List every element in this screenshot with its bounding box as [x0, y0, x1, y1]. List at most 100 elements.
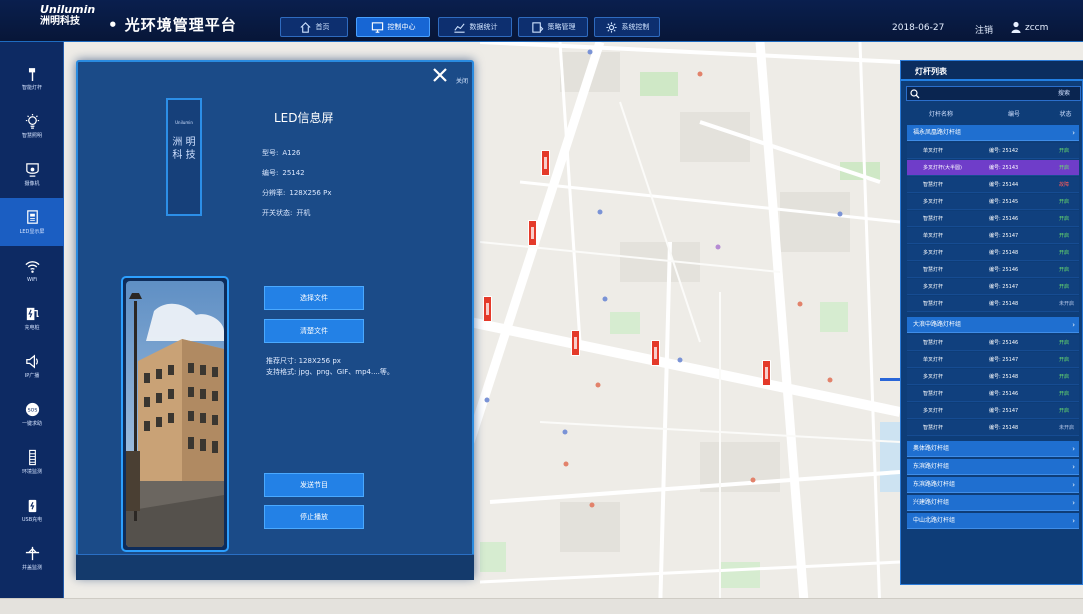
- lamp-group-header[interactable]: 大浪中路路灯杆组 ›: [907, 317, 1079, 333]
- logout-link[interactable]: 注销: [975, 23, 993, 36]
- lamp-row[interactable]: 智慧灯杆 编号: 25146 开启: [907, 335, 1079, 351]
- lamp-row[interactable]: 多叉灯杆 编号: 25145 开启: [907, 194, 1079, 210]
- lamp-row[interactable]: 多叉灯杆 编号: 25148 开启: [907, 369, 1079, 385]
- lamp-row[interactable]: 单叉灯杆 编号: 25142 开启: [907, 143, 1079, 159]
- map-led-marker[interactable]: [528, 220, 537, 246]
- username[interactable]: zccm: [1025, 23, 1048, 33]
- send-program-button[interactable]: 发送节目: [264, 473, 364, 497]
- speaker-icon: [25, 354, 38, 369]
- model-row: 型号: A126: [262, 148, 301, 158]
- clear-file-button[interactable]: 清楚文件: [264, 319, 364, 343]
- sidebar-item-led-screen[interactable]: LED显示屏: [0, 198, 64, 246]
- lamp-status: 开启: [1059, 199, 1070, 205]
- lamp-group-name: 奥体路灯杆组: [913, 445, 950, 452]
- lamp-row[interactable]: 多叉灯杆 编号: 25148 开启: [907, 245, 1079, 261]
- sidebar-item-manhole[interactable]: 井盖监测: [0, 534, 64, 582]
- lamp-number: 编号: 25146: [989, 267, 1019, 273]
- lamp-row[interactable]: 多叉灯杆(大半圆) 编号: 25143 开启: [907, 160, 1079, 176]
- charger-icon: [26, 307, 39, 321]
- map-led-marker[interactable]: [651, 340, 660, 366]
- usb-icon: [28, 499, 36, 513]
- sidebar-item-label: LED显示屏: [19, 229, 45, 235]
- led-board-illustration: Unilumin 洲 明 科 技: [166, 98, 202, 216]
- nav-system-control[interactable]: 系统控制: [594, 17, 660, 37]
- select-file-button[interactable]: 选择文件: [264, 286, 364, 310]
- lamp-group-header[interactable]: 中山北路灯杆组 ›: [907, 513, 1079, 529]
- map-led-marker[interactable]: [483, 296, 492, 322]
- lamp-status: 开启: [1059, 391, 1070, 397]
- search-button[interactable]: 搜索: [1050, 88, 1078, 99]
- lamp-row[interactable]: 单叉灯杆 编号: 25147 开启: [907, 228, 1079, 244]
- sidebar-item-environment[interactable]: 环境监测: [0, 438, 64, 486]
- search-icon: [910, 89, 920, 99]
- sidebar-item-label: 井盖监测: [21, 565, 42, 571]
- map-led-marker[interactable]: [571, 330, 580, 356]
- sidebar-item-lighting[interactable]: 智慧照明: [0, 102, 64, 150]
- lamp-row[interactable]: 多叉灯杆 编号: 25147 开启: [907, 403, 1079, 419]
- current-date: 2018-06-27: [892, 23, 945, 33]
- lamp-group-header[interactable]: 东滨路灯杆组 ›: [907, 459, 1079, 475]
- lamp-search-field[interactable]: 搜索: [906, 86, 1081, 101]
- nav-strategy[interactable]: 策略管理: [518, 17, 588, 37]
- lamp-name: 多叉灯杆: [923, 374, 944, 380]
- lamp-row[interactable]: 智慧灯杆 编号: 25144 故障: [907, 177, 1079, 193]
- close-icon[interactable]: [431, 66, 449, 84]
- lamp-number: 编号: 25148: [989, 250, 1019, 256]
- lamp-number: 编号: 25146: [989, 340, 1019, 346]
- close-label[interactable]: 关闭: [456, 76, 468, 85]
- lamp-row[interactable]: 多叉灯杆 编号: 25147 开启: [907, 279, 1079, 295]
- lamp-row[interactable]: 智慧灯杆 编号: 25146 开启: [907, 386, 1079, 402]
- lamp-row[interactable]: 智慧灯杆 编号: 25146 开启: [907, 262, 1079, 278]
- chevron-icon: ›: [1072, 321, 1075, 329]
- lamp-status: 未开启: [1059, 425, 1075, 431]
- top-header: Unilumin 洲明科技 • 光环境管理平台 首页 控制中心 数据统计 策略管…: [0, 0, 1083, 42]
- brand-name-en: Unilumin: [40, 3, 96, 16]
- column-lamp-name: 灯杆名称: [928, 111, 953, 118]
- brand-logo: Unilumin 洲明科技: [40, 4, 95, 28]
- lamp-number: 编号: 25148: [989, 425, 1019, 431]
- lamp-group-name: 东滨路灯杆组: [913, 463, 950, 470]
- device-sidebar: 智能灯杆 智慧照明 摄像机 LED显示屏 WiFi 充电桩 IP广播 SOS 一…: [0, 42, 64, 598]
- sidebar-item-lamp-pole[interactable]: 智能灯杆: [0, 54, 64, 102]
- power-status-row: 开关状态: 开机: [262, 208, 310, 218]
- sidebar-item-label: 环境监测: [21, 469, 42, 475]
- sidebar-item-label: 智能灯杆: [21, 85, 42, 91]
- map-led-marker[interactable]: [541, 150, 550, 176]
- sidebar-item-camera[interactable]: 摄像机: [0, 150, 64, 198]
- lamp-name: 智慧灯杆: [923, 391, 944, 397]
- chevron-icon: ›: [1072, 445, 1075, 453]
- lamp-row[interactable]: 单叉灯杆 编号: 25147 开启: [907, 352, 1079, 368]
- lamp-group-header[interactable]: 福永凤凰路灯杆组 ›: [907, 125, 1079, 141]
- nav-control-center[interactable]: 控制中心: [356, 17, 430, 37]
- lamp-group-header[interactable]: 东滨路路灯杆组 ›: [907, 477, 1079, 493]
- chevron-icon: ›: [1072, 517, 1075, 525]
- sidebar-item-label: 充电桩: [24, 325, 40, 331]
- lamp-status: 开启: [1059, 216, 1070, 222]
- sidebar-item-charger[interactable]: 充电桩: [0, 294, 64, 342]
- lamp-status: 开启: [1059, 284, 1070, 290]
- lamp-status: 故障: [1059, 182, 1070, 188]
- lamp-status: 开启: [1059, 165, 1070, 171]
- sidebar-item-usb[interactable]: USB充电: [0, 486, 64, 534]
- sidebar-item-wifi[interactable]: WiFi: [0, 246, 64, 294]
- lamp-number: 编号: 25148: [989, 374, 1019, 380]
- lamp-name: 智慧灯杆: [923, 182, 944, 188]
- nav-home[interactable]: 首页: [280, 17, 348, 37]
- lamp-group-header[interactable]: 兴建路灯杆组 ›: [907, 495, 1079, 511]
- wifi-icon: [24, 260, 40, 273]
- lamp-row[interactable]: 智慧灯杆 编号: 25148 未开启: [907, 420, 1079, 436]
- panel-title: LED信息屏: [274, 111, 334, 125]
- lamp-row[interactable]: 智慧灯杆 编号: 25146 开启: [907, 211, 1079, 227]
- nav-statistics[interactable]: 数据统计: [438, 17, 512, 37]
- lamp-group-header[interactable]: 奥体路灯杆组 ›: [907, 441, 1079, 457]
- stop-play-button[interactable]: 停止播放: [264, 505, 364, 529]
- lamp-status: 未开启: [1059, 301, 1075, 307]
- map-led-marker[interactable]: [762, 360, 771, 386]
- recommended-size-hint: 推荐尺寸: 128X256 px: [266, 357, 341, 365]
- sidebar-item-sos[interactable]: SOS 一键求助: [0, 390, 64, 438]
- sidebar-item-broadcast[interactable]: IP广播: [0, 342, 64, 390]
- lamp-status: 开启: [1059, 408, 1070, 414]
- strategy-icon: [531, 21, 543, 33]
- lamp-row[interactable]: 智慧灯杆 编号: 25148 未开启: [907, 296, 1079, 312]
- lamp-number: 编号: 25143: [989, 165, 1019, 171]
